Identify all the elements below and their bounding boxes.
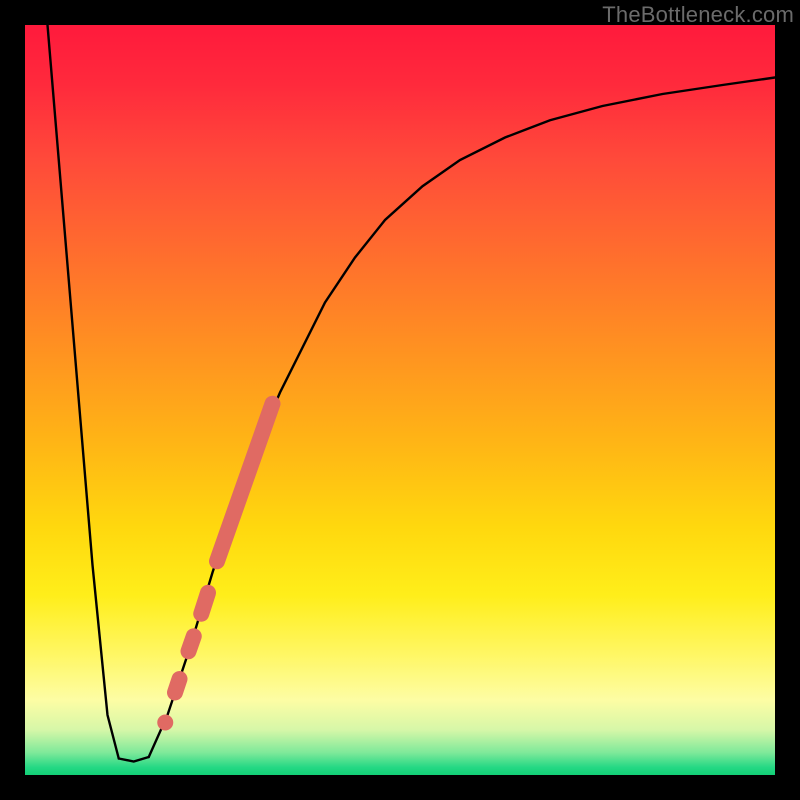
curve-left-descent xyxy=(48,25,119,759)
overlay-segment-3 xyxy=(217,404,273,562)
chart-frame: TheBottleneck.com xyxy=(0,0,800,800)
plot-area xyxy=(25,25,775,775)
overlay-dot-0 xyxy=(157,715,173,731)
overlay-markers xyxy=(157,404,272,731)
curve-right-ascent xyxy=(149,78,775,758)
overlay-segment-0 xyxy=(175,679,180,693)
overlay-segment-2 xyxy=(201,593,208,614)
curve-layer xyxy=(25,25,775,775)
curve-group xyxy=(48,25,776,762)
curve-valley-floor xyxy=(119,757,149,762)
watermark-text: TheBottleneck.com xyxy=(602,2,794,28)
overlay-segment-1 xyxy=(189,636,194,651)
